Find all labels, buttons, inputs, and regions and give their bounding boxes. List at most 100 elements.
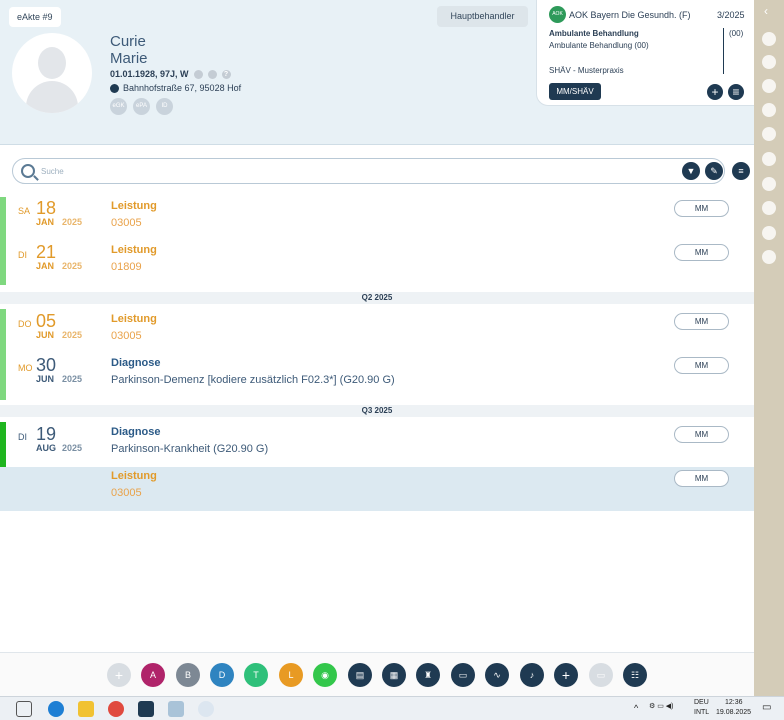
patient-lastname: Curie: [110, 33, 146, 50]
entry-year: 2025: [62, 374, 83, 384]
add-entry-button[interactable]: +: [107, 663, 131, 687]
search-input[interactable]: [41, 163, 641, 179]
entry-title[interactable]: Leistung: [111, 200, 157, 212]
patient-birth: 01.01.1928, 97J, W: [110, 69, 189, 79]
entry-text[interactable]: 03005: [111, 217, 142, 229]
egk-badge-icon[interactable]: eGK: [110, 98, 127, 115]
hauptbehandler-button[interactable]: Hauptbehandler: [437, 6, 528, 27]
entry-title[interactable]: Leistung: [111, 470, 157, 482]
right-sidebar: ‹: [754, 0, 784, 696]
mm-badge[interactable]: MM: [674, 426, 729, 443]
bottom-toolbar: + A B D T L ◉ ▤ ▦ ♜ ▭ ∿ ♪ + ▭ ☷: [0, 652, 754, 696]
entry-text[interactable]: Parkinson-Demenz [kodiere zusätzlich F02…: [111, 374, 395, 386]
home-icon: [110, 83, 119, 93]
collapse-chevron-icon[interactable]: ‹: [764, 4, 768, 18]
add-icon[interactable]: +: [707, 84, 723, 100]
mm-badge[interactable]: MM: [674, 470, 729, 487]
list-icon[interactable]: ≡: [728, 84, 744, 100]
patient-badges: eGK ePA ID: [110, 98, 173, 115]
entry-day: 19: [36, 424, 57, 444]
sidebar-folder-icon[interactable]: [762, 201, 776, 215]
sidebar-chart-icon[interactable]: [762, 226, 776, 240]
entry-month: JAN: [36, 261, 55, 271]
toolbar-t-button[interactable]: T: [244, 663, 268, 687]
treatment-title: Ambulante Behandlung: [549, 29, 639, 38]
entry-dow: DO: [18, 319, 32, 329]
entry-year: 2025: [62, 330, 83, 340]
toolbar-l-button[interactable]: L: [279, 663, 303, 687]
chrome-icon[interactable]: [108, 701, 124, 717]
plus-circle-icon[interactable]: +: [554, 663, 578, 687]
entry-text[interactable]: 01809: [111, 261, 142, 273]
mm-shav-button[interactable]: MM/SHÄV: [549, 83, 601, 100]
entry-text[interactable]: Parkinson-Krankheit (G20.90 G): [111, 443, 268, 455]
mail-icon[interactable]: [207, 69, 217, 79]
mm-badge[interactable]: MM: [674, 313, 729, 330]
tray-chevron-icon[interactable]: ^: [634, 703, 638, 713]
hierarchy-icon[interactable]: ☷: [623, 663, 647, 687]
toolbar-a-button[interactable]: A: [141, 663, 165, 687]
entry-text[interactable]: 03005: [111, 330, 142, 342]
divider: [723, 28, 724, 74]
app-icon[interactable]: [138, 701, 154, 717]
entry-title[interactable]: Leistung: [111, 313, 157, 325]
clipboard-icon[interactable]: ▤: [348, 663, 372, 687]
message-icon[interactable]: ▭: [589, 663, 613, 687]
tray-icons[interactable]: ⚙ ▭ ◀): [649, 702, 674, 710]
explorer-icon[interactable]: [78, 701, 94, 717]
filter-icon[interactable]: ▼: [682, 162, 700, 180]
entry-year: 2025: [62, 443, 83, 453]
aok-logo: AOK: [549, 6, 566, 23]
layout-indicator[interactable]: INTL: [694, 709, 709, 716]
lang-indicator[interactable]: DEU: [694, 699, 709, 706]
notification-icon[interactable]: ▭: [762, 702, 771, 713]
entry-dow: DI: [18, 432, 27, 442]
toolbar-b-button[interactable]: B: [176, 663, 200, 687]
patient-address-row: Bahnhofstraße 67, 95028 Hof: [110, 83, 241, 93]
pin-icon[interactable]: ✎: [705, 162, 723, 180]
phone-icon[interactable]: [193, 69, 203, 79]
helper-app-icon[interactable]: [198, 701, 214, 717]
seat-icon[interactable]: ♜: [416, 663, 440, 687]
id-badge-icon[interactable]: ID: [156, 98, 173, 115]
sidebar-copy-icon[interactable]: [762, 127, 776, 141]
practice-name: SHÄV - Musterpraxis: [549, 66, 624, 75]
entry-dow: SA: [18, 206, 31, 216]
mm-badge[interactable]: MM: [674, 244, 729, 261]
avatar: [12, 33, 92, 113]
mm-badge[interactable]: MM: [674, 357, 729, 374]
patient-app-icon[interactable]: [168, 701, 184, 717]
entry-title[interactable]: Leistung: [111, 244, 157, 256]
toolbar-d-button[interactable]: D: [210, 663, 234, 687]
task-view-icon[interactable]: [16, 701, 32, 717]
sidebar-file-icon[interactable]: [762, 55, 776, 69]
calendar-icon[interactable]: ▦: [382, 663, 406, 687]
camera-icon[interactable]: ◉: [313, 663, 337, 687]
search-icon[interactable]: [21, 164, 35, 178]
patient-address: Bahnhofstraße 67, 95028 Hof: [123, 83, 242, 93]
sidebar-euro-icon[interactable]: [762, 177, 776, 191]
mm-badge[interactable]: MM: [674, 200, 729, 217]
pulse-icon[interactable]: ∿: [485, 663, 509, 687]
entry-day: 05: [36, 311, 57, 331]
help-icon[interactable]: ?: [221, 69, 231, 79]
eakte-tab[interactable]: eAkte #9: [9, 7, 61, 27]
sidebar-edit-icon[interactable]: [762, 79, 776, 93]
entry-month: JUN: [36, 330, 55, 340]
edge-icon[interactable]: [48, 701, 64, 717]
list-view-icon[interactable]: ≡: [732, 162, 750, 180]
chat-icon[interactable]: ▭: [451, 663, 475, 687]
sidebar-doc-icon[interactable]: [762, 32, 776, 46]
bell-icon[interactable]: ♪: [520, 663, 544, 687]
clock-date[interactable]: 19.08.2025: [716, 709, 751, 716]
clock-time[interactable]: 12:36: [725, 699, 743, 706]
entry-dow: MO: [18, 363, 33, 373]
sidebar-mail-icon[interactable]: [762, 152, 776, 166]
entry-title[interactable]: Diagnose: [111, 426, 161, 438]
entry-day: 18: [36, 198, 57, 218]
entry-text[interactable]: 03005: [111, 487, 142, 499]
entry-title[interactable]: Diagnose: [111, 357, 161, 369]
epa-badge-icon[interactable]: ePA: [133, 98, 150, 115]
sidebar-calendar-icon[interactable]: [762, 250, 776, 264]
sidebar-pen-icon[interactable]: [762, 103, 776, 117]
